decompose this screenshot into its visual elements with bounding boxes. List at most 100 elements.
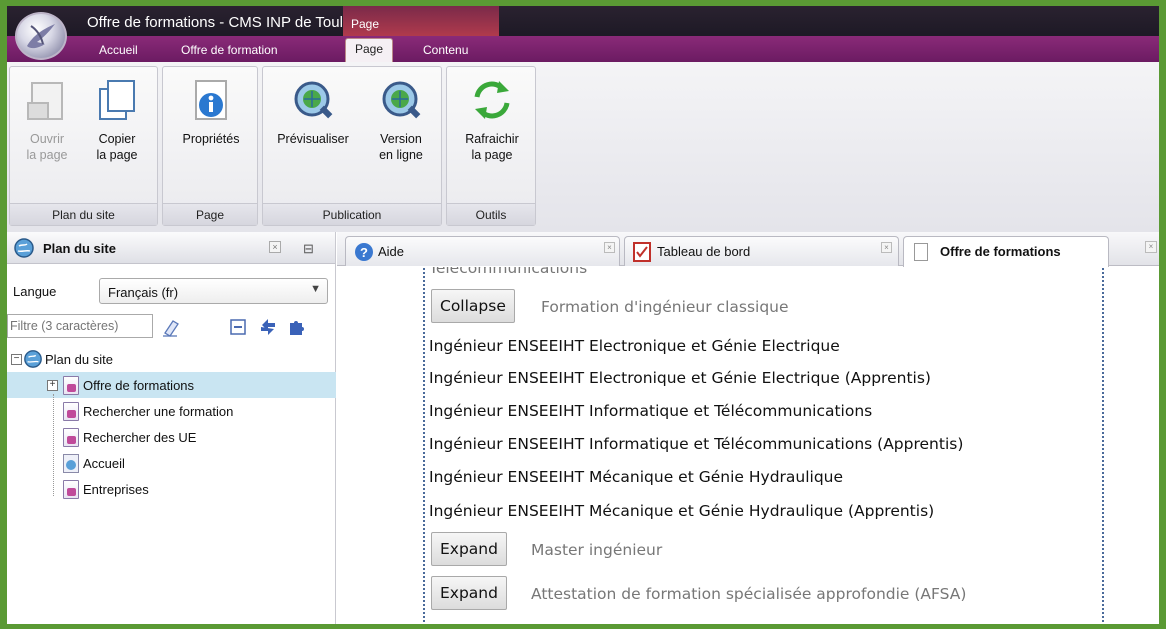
online-version-label-1: Version	[380, 132, 422, 146]
ribbon-group-label: Publication	[263, 203, 441, 225]
copy-page-icon	[94, 77, 140, 123]
app-window: Offre de formations - CMS INP de Toulous…	[0, 0, 1166, 629]
ribbon-group-outils: Rafraichir la page Outils	[446, 66, 536, 226]
online-version-label-2: en ligne	[379, 148, 423, 162]
menu-tab-offre-de-formation[interactable]: Offre de formation	[181, 40, 278, 62]
list-item[interactable]: Ingénieur ENSEEIHT Electronique et Génie…	[429, 337, 840, 355]
language-select[interactable]: Français (fr) ▼	[99, 278, 328, 304]
svg-text:?: ?	[360, 245, 368, 260]
copy-page-label-1: Copier	[98, 132, 136, 146]
list-item[interactable]: Ingénieur ENSEEIHT Mécanique et Génie Hy…	[429, 468, 843, 486]
ribbon-group-publication: Prévisualiser Version en ligne Publicati…	[262, 66, 442, 226]
list-item[interactable]: Ingénieur ENSEEIHT Electronique et Génie…	[429, 369, 931, 387]
close-icon[interactable]: ×	[881, 242, 892, 253]
tree-item-rechercher-des-ue[interactable]: Rechercher des UE	[7, 424, 336, 450]
dashboard-icon	[633, 242, 651, 265]
info-icon	[188, 77, 234, 123]
context-tab-page: Page	[343, 6, 499, 36]
ribbon: Ouvrir la page Copier la page Plan du si…	[7, 62, 1159, 232]
page-content: Télécommunications Collapse Formation d'…	[337, 267, 1159, 624]
tab-offre-de-formations[interactable]: Offre de formations	[903, 236, 1109, 267]
filter-input[interactable]	[7, 314, 153, 338]
tree-item-rechercher-une-formation[interactable]: Rechercher une formation	[7, 398, 336, 424]
language-row: Langue Français (fr) ▼	[7, 274, 336, 304]
sitemap-panel-header: Plan du site × ⊟	[7, 232, 335, 264]
tab-label: Tableau de bord	[657, 244, 751, 259]
preview-button[interactable]: Prévisualiser	[265, 71, 361, 147]
copy-page-button[interactable]: Copier la page	[82, 71, 152, 163]
refresh-icon[interactable]	[259, 317, 277, 340]
pin-icon[interactable]: ⊟	[303, 241, 314, 257]
section-title-formation-ingenieur: Formation d'ingénieur classique	[541, 298, 789, 316]
language-label: Langue	[13, 284, 57, 299]
ribbon-group-label: Outils	[447, 203, 535, 225]
globe-icon	[23, 349, 43, 372]
globe-magnifier-icon	[290, 77, 336, 123]
list-item[interactable]: Ingénieur ENSEEIHT Informatique et Téléc…	[429, 435, 963, 453]
close-icon[interactable]: ×	[1145, 241, 1157, 253]
preview-label: Prévisualiser	[277, 132, 349, 146]
list-item[interactable]: Ingénieur ENSEEIHT Informatique et Téléc…	[429, 402, 872, 420]
tree-guide-line	[53, 394, 54, 496]
refresh-label-1: Rafraichir	[465, 132, 519, 146]
online-version-button[interactable]: Version en ligne	[367, 71, 435, 163]
filter-row	[7, 312, 336, 340]
page-icon	[63, 376, 79, 395]
partial-list-item: Télécommunications	[429, 267, 588, 277]
refresh-icon	[469, 77, 515, 123]
tab-label: Aide	[378, 244, 405, 259]
title-bar: Offre de formations - CMS INP de Toulous…	[7, 6, 1159, 64]
collapse-button[interactable]: Collapse	[431, 289, 515, 323]
language-value: Français (fr)	[108, 285, 179, 300]
expand-button-afsa[interactable]: Expand	[431, 576, 507, 610]
home-page-icon	[63, 454, 79, 473]
menu-tab-page[interactable]: Page	[345, 38, 394, 64]
ribbon-group-plan-du-site: Ouvrir la page Copier la page Plan du si…	[9, 66, 158, 226]
close-icon[interactable]: ×	[269, 241, 281, 253]
sitemap-panel: Plan du site × ⊟ Langue Français (fr) ▼	[7, 232, 336, 624]
help-icon: ?	[354, 242, 374, 265]
tree-item-label: Entreprises	[83, 482, 149, 497]
open-page-label-2: la page	[26, 148, 68, 162]
section-title-master: Master ingénieur	[531, 541, 663, 559]
tree-root-label: Plan du site	[45, 352, 113, 367]
tree-root[interactable]: − Plan du site	[7, 346, 336, 372]
window-title: Offre de formations - CMS INP de Toulous…	[87, 14, 345, 31]
collapse-toggle-icon[interactable]: −	[11, 354, 22, 365]
puzzle-icon[interactable]	[287, 317, 307, 340]
tree-item-offre-de-formations[interactable]: + Offre de formations	[7, 372, 336, 398]
page-icon	[914, 243, 928, 261]
globe-icon	[13, 238, 35, 261]
copy-page-label-2: la page	[96, 148, 138, 162]
page-icon	[63, 402, 79, 421]
expand-toggle-icon[interactable]: +	[47, 380, 58, 391]
open-page-label-1: Ouvrir	[29, 132, 65, 146]
ribbon-group-label: Plan du site	[10, 203, 157, 225]
tab-label: Offre de formations	[940, 244, 1061, 259]
tab-tableau-de-bord[interactable]: Tableau de bord ×	[624, 236, 899, 266]
close-icon[interactable]: ×	[604, 242, 615, 253]
sitemap-panel-title: Plan du site	[43, 241, 116, 256]
menu-tab-accueil[interactable]: Accueil	[99, 40, 138, 62]
page-icon	[63, 480, 79, 499]
app-logo[interactable]	[15, 12, 67, 60]
ribbon-group-page: Propriétés Page	[162, 66, 258, 226]
tree-item-label: Rechercher des UE	[83, 430, 197, 445]
collapse-all-icon[interactable]	[229, 318, 247, 339]
properties-label: Propriétés	[182, 132, 240, 146]
document-tabs: ? Aide × Tableau de bord × Offre de form…	[337, 232, 1159, 267]
open-page-button[interactable]: Ouvrir la page	[14, 71, 80, 163]
properties-button[interactable]: Propriétés	[171, 71, 251, 147]
refresh-page-button[interactable]: Rafraichir la page	[453, 71, 531, 163]
list-item[interactable]: Ingénieur ENSEEIHT Mécanique et Génie Hy…	[429, 502, 934, 520]
eraser-icon[interactable]	[161, 317, 181, 340]
expand-button-master[interactable]: Expand	[431, 532, 507, 566]
chevron-down-icon: ▼	[310, 283, 321, 295]
open-page-icon	[24, 77, 70, 123]
tree-item-entreprises[interactable]: Entreprises	[7, 476, 336, 502]
tree-item-accueil[interactable]: Accueil	[7, 450, 336, 476]
menu-tab-contenu[interactable]: Contenu	[423, 40, 468, 62]
tab-aide[interactable]: ? Aide ×	[345, 236, 620, 266]
ribbon-group-label: Page	[163, 203, 257, 225]
menu-bar	[7, 36, 1159, 62]
